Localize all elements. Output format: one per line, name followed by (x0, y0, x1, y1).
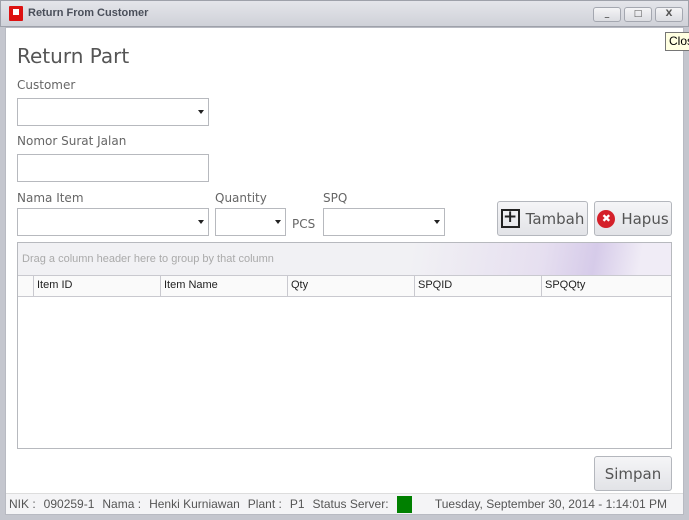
window-title: Return From Customer (28, 7, 149, 19)
items-grid[interactable]: Drag a column header here to group by th… (17, 242, 672, 449)
chevron-down-icon (275, 220, 281, 224)
page-title: Return Part (17, 44, 130, 68)
simpan-button[interactable]: Simpan (594, 456, 672, 491)
plant-value: P1 (289, 497, 305, 511)
item-label: Nama Item (17, 191, 84, 205)
tambah-label: Tambah (525, 209, 585, 228)
nik-value: 090259-1 (43, 497, 95, 511)
surat-jalan-label: Nomor Surat Jalan (17, 134, 127, 148)
plus-icon: + (500, 209, 520, 228)
spq-label: SPQ (323, 191, 348, 205)
grid-header: Item ID Item Name Qty SPQID SPQQty (18, 276, 671, 297)
unit-label: PCS (292, 217, 316, 231)
datetime: Tuesday, September 30, 2014 - 1:14:01 PM (434, 497, 667, 511)
nik-label: NIK : (9, 497, 36, 511)
row-indicator-header (18, 276, 34, 296)
group-panel: Drag a column header here to group by th… (18, 243, 671, 276)
customer-combo[interactable] (17, 98, 209, 126)
nama-label: Nama : (102, 497, 142, 511)
item-combo[interactable] (17, 208, 209, 236)
close-button[interactable]: X (655, 7, 683, 22)
server-status-indicator (396, 495, 412, 513)
spq-combo[interactable] (323, 208, 445, 236)
quantity-combo[interactable] (215, 208, 286, 236)
column-header-spqqty[interactable]: SPQQty (542, 276, 671, 296)
server-label: Status Server: (312, 497, 389, 511)
delete-icon: ✖ (597, 209, 616, 228)
surat-jalan-input[interactable] (17, 154, 209, 182)
chevron-down-icon (198, 110, 204, 114)
customer-label: Customer (17, 78, 76, 92)
column-header-spqid[interactable]: SPQID (415, 276, 542, 296)
status-bar: NIK : 090259-1 Nama : Henki Kurniawan Pl… (6, 493, 683, 514)
column-header-qty[interactable]: Qty (288, 276, 415, 296)
column-header-item-name[interactable]: Item Name (161, 276, 288, 296)
chevron-down-icon (434, 220, 440, 224)
minimize-button[interactable]: _ (593, 7, 621, 22)
maximize-button[interactable]: □ (624, 7, 652, 22)
app-icon (9, 6, 23, 21)
nama-value: Henki Kurniawan (149, 497, 240, 511)
tambah-button[interactable]: + Tambah (497, 201, 588, 236)
hapus-button[interactable]: ✖ Hapus (594, 201, 672, 236)
plant-label: Plant : (247, 497, 282, 511)
title-bar: Return From Customer _ □ X (0, 0, 689, 27)
chevron-down-icon (198, 220, 204, 224)
hapus-label: Hapus (621, 209, 669, 228)
tooltip: Close (665, 32, 689, 51)
column-header-item-id[interactable]: Item ID (34, 276, 161, 296)
quantity-label: Quantity (215, 191, 267, 205)
